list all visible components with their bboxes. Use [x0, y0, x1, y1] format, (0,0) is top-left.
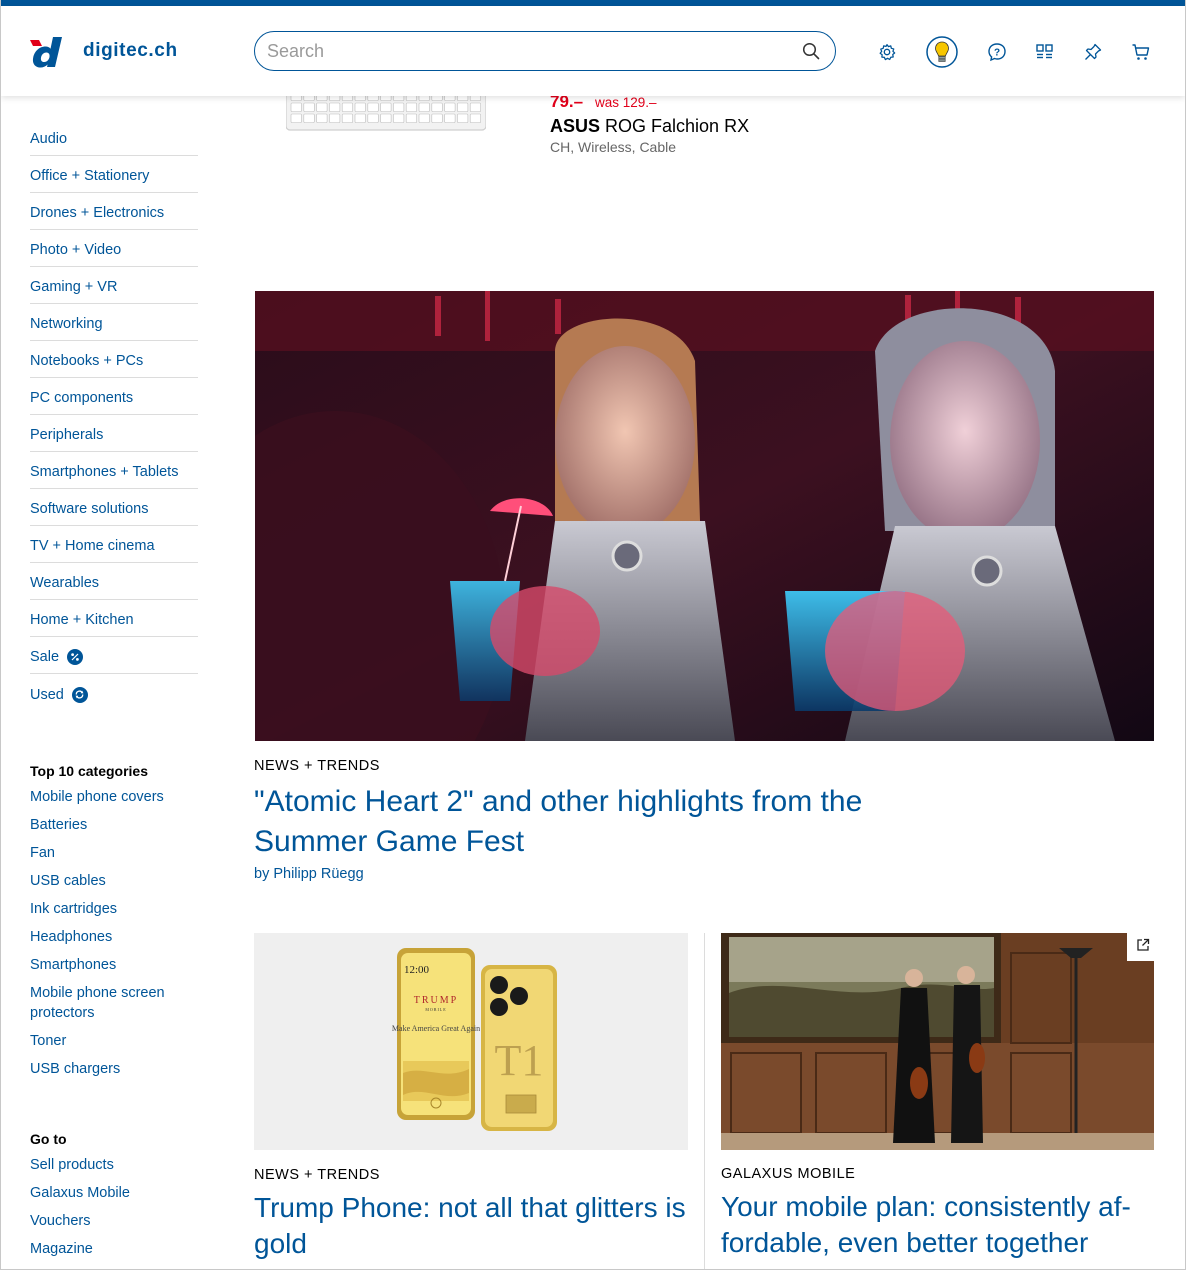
sidebar-item-sale[interactable]: Sale [30, 637, 198, 674]
sidebar-item-peripherals[interactable]: Peripherals [30, 415, 198, 452]
goto-link-galaxus-mobile[interactable]: Galaxus Mobile [30, 1183, 198, 1203]
header-icons: ? [871, 36, 1157, 68]
logo[interactable]: digitec.ch [29, 36, 178, 68]
sidebar-item-home-kitchen[interactable]: Home + Kitchen [30, 600, 198, 637]
sidebar-item-audio[interactable]: Audio [30, 119, 198, 156]
sidebar-item-label: Audio [30, 131, 68, 147]
goto-section: Go to Sell products Galaxus Mobile Voucher… [30, 1131, 198, 1269]
goto-list: Sell products Galaxus Mobile Vouchers Magaz… [30, 1155, 198, 1269]
product-was-price: was 129.– [595, 95, 657, 110]
help-icon[interactable]: ? [981, 36, 1013, 68]
product-spec: CH, Wireless, Cable [550, 139, 677, 155]
top10-link-ink-cartridges[interactable]: Ink cartridges [30, 899, 198, 919]
sidebar-item-label: PC components [30, 390, 134, 406]
sidebar-item-tv-home-cinema[interactable]: TV + Home cinema [30, 526, 198, 563]
sidebar-item-label: Drones + Electronics [30, 205, 165, 221]
sidebar-item-wearables[interactable]: Wearables [30, 563, 198, 600]
sidebar-item-label: TV + Home cinema [30, 538, 155, 554]
hero-tag: NEWS + TRENDS [254, 758, 380, 774]
sidebar-item-label: Used [30, 686, 64, 703]
top10-link-mobile-phone-screen-protectors[interactable]: Mobile phone screen protectors [30, 983, 198, 1023]
card2-tag: GALAXUS MOBILE [721, 1166, 856, 1182]
sidebar-item-office-stationery[interactable]: Office + Stationery [30, 156, 198, 193]
sidebar-item-software-solutions[interactable]: Software solutions [30, 489, 198, 526]
lightbulb-icon[interactable] [926, 36, 958, 68]
sidebar-item-pc-components[interactable]: PC components [30, 378, 198, 415]
goto-link-magazine[interactable]: Magazine [30, 1239, 198, 1259]
sidebar-item-used[interactable]: Used [30, 674, 198, 711]
phone-slogan: Make America Great Again [392, 1024, 480, 1033]
sidebar-item-networking[interactable]: Networking [30, 304, 198, 341]
sidebar-item-label: Software solutions [30, 501, 149, 517]
card-divider [704, 933, 705, 1269]
product-brand: ASUS [550, 116, 601, 136]
phone-time: 12:00 [404, 964, 430, 976]
card1-tag: NEWS + TRENDS [254, 1167, 380, 1183]
logo-text: digitec.ch [83, 40, 178, 61]
product-model: ROG Falchion RX [605, 116, 750, 136]
sidebar-item-label: Peripherals [30, 427, 104, 443]
top10-section: Top 10 categories Mobile phone covers Bat… [30, 763, 198, 1079]
hero-title[interactable]: "Atomic Heart 2" and other highlights fr… [254, 782, 974, 862]
page-frame: digitec.ch ? [0, 0, 1186, 1270]
sidebar-item-label: Sale [30, 649, 60, 665]
search-icon[interactable] [799, 39, 823, 63]
phone-brand-sub: MOBILE [425, 1007, 446, 1012]
sidebar-item-notebooks-pcs[interactable]: Notebooks + PCs [30, 341, 198, 378]
compare-icon[interactable] [1029, 36, 1061, 68]
sidebar-item-label: Office + Stationery [30, 168, 150, 184]
top10-link-toner[interactable]: Toner [30, 1031, 198, 1051]
top10-link-mobile-phone-covers[interactable]: Mobile phone covers [30, 787, 198, 807]
sidebar-item-label: Networking [30, 316, 103, 332]
hero-image[interactable] [255, 291, 1154, 741]
sidebar-item-smartphones-tablets[interactable]: Smartphones + Tablets [30, 452, 198, 489]
pin-icon[interactable] [1077, 36, 1109, 68]
hero-author[interactable]: by Philipp Rüegg [254, 866, 364, 882]
top10-list: Mobile phone covers Batteries Fan USB cable… [30, 787, 198, 1079]
sidebar-item-gaming-vr[interactable]: Gaming + VR [30, 267, 198, 304]
goto-heading: Go to [30, 1131, 67, 1147]
phone-back-text: T1 [495, 1036, 544, 1085]
keyboard-image[interactable] [285, 85, 487, 132]
product-name[interactable]: ASUS ROG Falchion RX [550, 116, 749, 137]
top10-link-batteries[interactable]: Batteries [30, 815, 198, 835]
sidebar-item-drones-electronics[interactable]: Drones + Electronics [30, 193, 198, 230]
settings-icon[interactable] [871, 36, 903, 68]
cart-icon[interactable] [1125, 36, 1157, 68]
sidebar-item-label: Gaming + VR [30, 279, 118, 295]
digitec-logo-icon [29, 36, 63, 68]
sidebar-item-label: Home + Kitchen [30, 612, 134, 628]
violinists-image[interactable] [721, 933, 1154, 1150]
goto-link-vouchers[interactable]: Vouchers [30, 1211, 198, 1231]
card1-title[interactable]: Trump Phone: not all that glitters is go… [254, 1190, 694, 1262]
percent-icon [67, 649, 84, 665]
top10-heading: Top 10 categories [30, 763, 149, 779]
sidebar: Audio Office + Stationery Drones + Electro… [30, 96, 198, 1269]
top10-link-smartphones[interactable]: Smartphones [30, 955, 198, 975]
top10-link-fan[interactable]: Fan [30, 843, 198, 863]
external-link-icon[interactable] [1127, 929, 1159, 961]
top10-link-headphones[interactable]: Headphones [30, 927, 198, 947]
top10-link-usb-chargers[interactable]: USB chargers [30, 1059, 198, 1079]
search-bar [254, 31, 836, 71]
sidebar-item-label: Notebooks + PCs [30, 353, 144, 369]
sidebar-item-label: Wearables [30, 575, 100, 591]
search-input[interactable] [267, 40, 799, 62]
card2-title[interactable]: Your mobile plan: consistently af­fordab… [721, 1189, 1161, 1261]
recycle-icon [71, 686, 88, 703]
sidebar-item-label: Photo + Video [30, 242, 122, 258]
category-list: Audio Office + Stationery Drones + Electro… [30, 119, 198, 711]
goto-link-sell-products[interactable]: Sell products [30, 1155, 198, 1175]
sidebar-item-label: Smartphones + Tablets [30, 464, 179, 480]
site-header: digitec.ch ? [1, 6, 1185, 96]
trump-phone-image[interactable]: 12:00 TRUMP MOBILE Make America Great Ag… [254, 933, 688, 1150]
svg-text:?: ? [994, 47, 1000, 58]
top10-link-usb-cables[interactable]: USB cables [30, 871, 198, 891]
sidebar-item-photo-video[interactable]: Photo + Video [30, 230, 198, 267]
phone-brand: TRUMP [414, 995, 458, 1006]
